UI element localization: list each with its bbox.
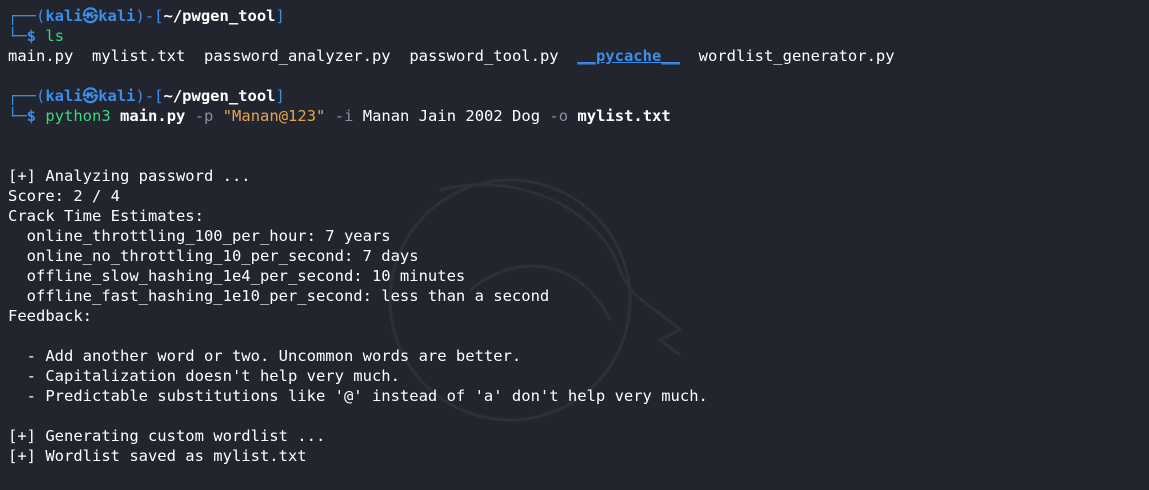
ls-output: main.py mylist.txt password_analyzer.py … — [8, 46, 1149, 66]
command-info-arg: Manan Jain 2002 Dog — [362, 107, 541, 125]
command-password-arg: "Manan@123" — [222, 107, 326, 125]
crack-estimate: offline_slow_hashing_1e4_per_second: 10 … — [8, 267, 466, 285]
prompt-user: kali — [45, 87, 83, 105]
command-script: main.py — [120, 107, 186, 125]
file-entry: main.py — [8, 47, 74, 65]
output-feedback-header: Feedback: — [8, 307, 92, 325]
command-outfile-arg: mylist.txt — [577, 107, 671, 125]
crack-estimate: offline_fast_hashing_1e10_per_second: le… — [8, 287, 550, 305]
feedback-item: - Add another word or two. Uncommon word… — [8, 347, 522, 365]
prompt-path: ~/pwgen_tool — [163, 87, 276, 105]
output-analyzing: [+] Analyzing password ... — [8, 167, 251, 185]
prompt-host: kali — [98, 7, 136, 25]
output-score: Score: 2 / 4 — [8, 187, 120, 205]
feedback-item: - Capitalization doesn't help very much. — [8, 367, 400, 385]
directory-entry: __pycache__ — [577, 47, 680, 65]
command-program: python3 — [45, 107, 111, 125]
prompt-dollar: $ — [26, 107, 37, 125]
file-entry: wordlist_generator.py — [698, 47, 895, 65]
output-crack-header: Crack Time Estimates: — [8, 207, 204, 225]
crack-estimate: online_no_throttling_10_per_second: 7 da… — [8, 247, 419, 265]
command-flag: -p — [194, 107, 214, 125]
file-entry: password_tool.py — [409, 47, 559, 65]
prompt-line: ┌──(kali㉿kali)-[~/pwgen_tool] — [8, 7, 285, 25]
output-generating: [+] Generating custom wordlist ... — [8, 427, 326, 445]
prompt-user: kali — [45, 7, 83, 25]
prompt-dollar: $ — [26, 27, 37, 45]
crack-estimate: online_throttling_100_per_hour: 7 years — [8, 227, 391, 245]
file-entry: password_analyzer.py — [204, 47, 391, 65]
command-flag: -o — [549, 107, 569, 125]
command-ls: ls — [45, 27, 65, 45]
prompt-symbol: ㉿ — [82, 7, 99, 25]
prompt-path: ~/pwgen_tool — [163, 7, 276, 25]
file-entry: mylist.txt — [92, 47, 186, 65]
prompt-host: kali — [98, 87, 136, 105]
feedback-item: - Predictable substitutions like '@' ins… — [8, 387, 708, 405]
command-line: └─$ ls — [8, 27, 65, 45]
output-saved: [+] Wordlist saved as mylist.txt — [8, 447, 307, 465]
terminal-output: ┌──(kali㉿kali)-[~/pwgen_tool] └─$ ls mai… — [8, 6, 1149, 466]
prompt-symbol: ㉿ — [82, 87, 99, 105]
command-flag: -i — [334, 107, 354, 125]
prompt-line: ┌──(kali㉿kali)-[~/pwgen_tool] — [8, 87, 285, 105]
command-line: └─$ python3 main.py -p "Manan@123" -i Ma… — [8, 107, 671, 125]
